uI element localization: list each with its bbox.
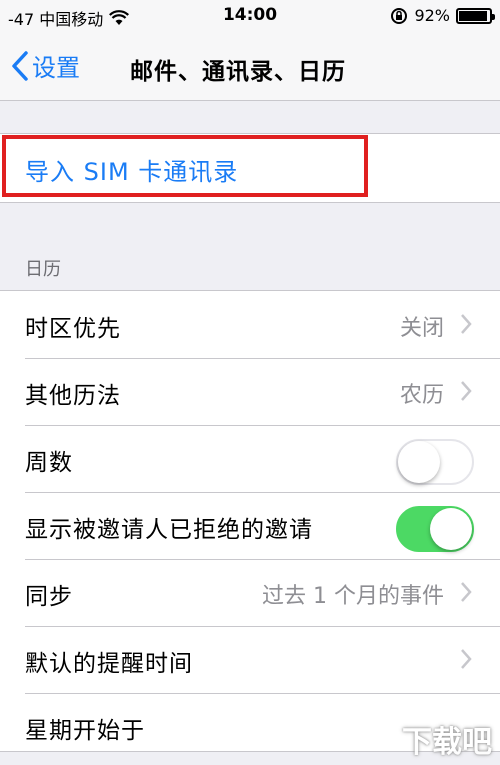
row-alternate-calendar[interactable]: 其他历法 农历: [0, 358, 500, 425]
import-sim-label: 导入 SIM 卡通讯录: [25, 158, 239, 186]
chevron-right-icon: [461, 381, 472, 401]
chevron-right-icon: [461, 649, 472, 669]
show-declined-toggle[interactable]: [396, 506, 474, 552]
toggle-knob: [430, 508, 472, 550]
navigation-bar: 设置 邮件、通讯录、日历: [0, 32, 500, 101]
back-button[interactable]: 设置: [10, 48, 80, 83]
watermark-logo: 下载吧: [402, 725, 492, 760]
row-label: 星期开始于: [25, 718, 145, 744]
battery-icon: [456, 7, 495, 24]
row-label: 默认的提醒时间: [25, 651, 193, 677]
chevron-right-icon: [461, 314, 472, 334]
row-label: 时区优先: [25, 316, 121, 342]
row-show-declined-invitees: 显示被邀请人已拒绝的邀请: [0, 492, 500, 559]
import-sim-row[interactable]: 导入 SIM 卡通讯录: [0, 133, 500, 203]
battery-percent: 92%: [414, 6, 450, 25]
orientation-lock-icon: [391, 7, 408, 24]
row-value: 过去 1 个月的事件: [262, 584, 444, 609]
row-value: 农历: [399, 383, 444, 408]
row-label: 显示被邀请人已拒绝的邀请: [25, 517, 313, 543]
toggle-knob: [398, 441, 440, 483]
status-bar: -47 中国移动 14:00 92%: [0, 0, 500, 32]
chevron-left-icon: [12, 50, 28, 81]
battery-level: [459, 10, 487, 21]
row-label: 周数: [25, 450, 73, 476]
status-right: 92%: [390, 6, 495, 25]
row-sync[interactable]: 同步 过去 1 个月的事件: [0, 559, 500, 626]
back-label: 设置: [32, 54, 80, 82]
calendar-section-header: 日历: [25, 259, 61, 280]
row-label: 同步: [25, 584, 73, 610]
row-value: 关闭: [399, 316, 444, 341]
row-default-alert-times[interactable]: 默认的提醒时间: [0, 626, 500, 693]
calendar-settings-list: 时区优先 关闭 其他历法 农历 周数 显示被邀请人已拒绝的邀请 同步 过去 1 …: [0, 290, 500, 752]
row-timezone-override[interactable]: 时区优先 关闭: [0, 291, 500, 358]
chevron-right-icon: [461, 582, 472, 602]
row-week-numbers: 周数: [0, 425, 500, 492]
row-label: 其他历法: [25, 383, 121, 409]
page-title: 邮件、通讯录、日历: [130, 59, 346, 85]
week-numbers-toggle[interactable]: [396, 439, 474, 485]
